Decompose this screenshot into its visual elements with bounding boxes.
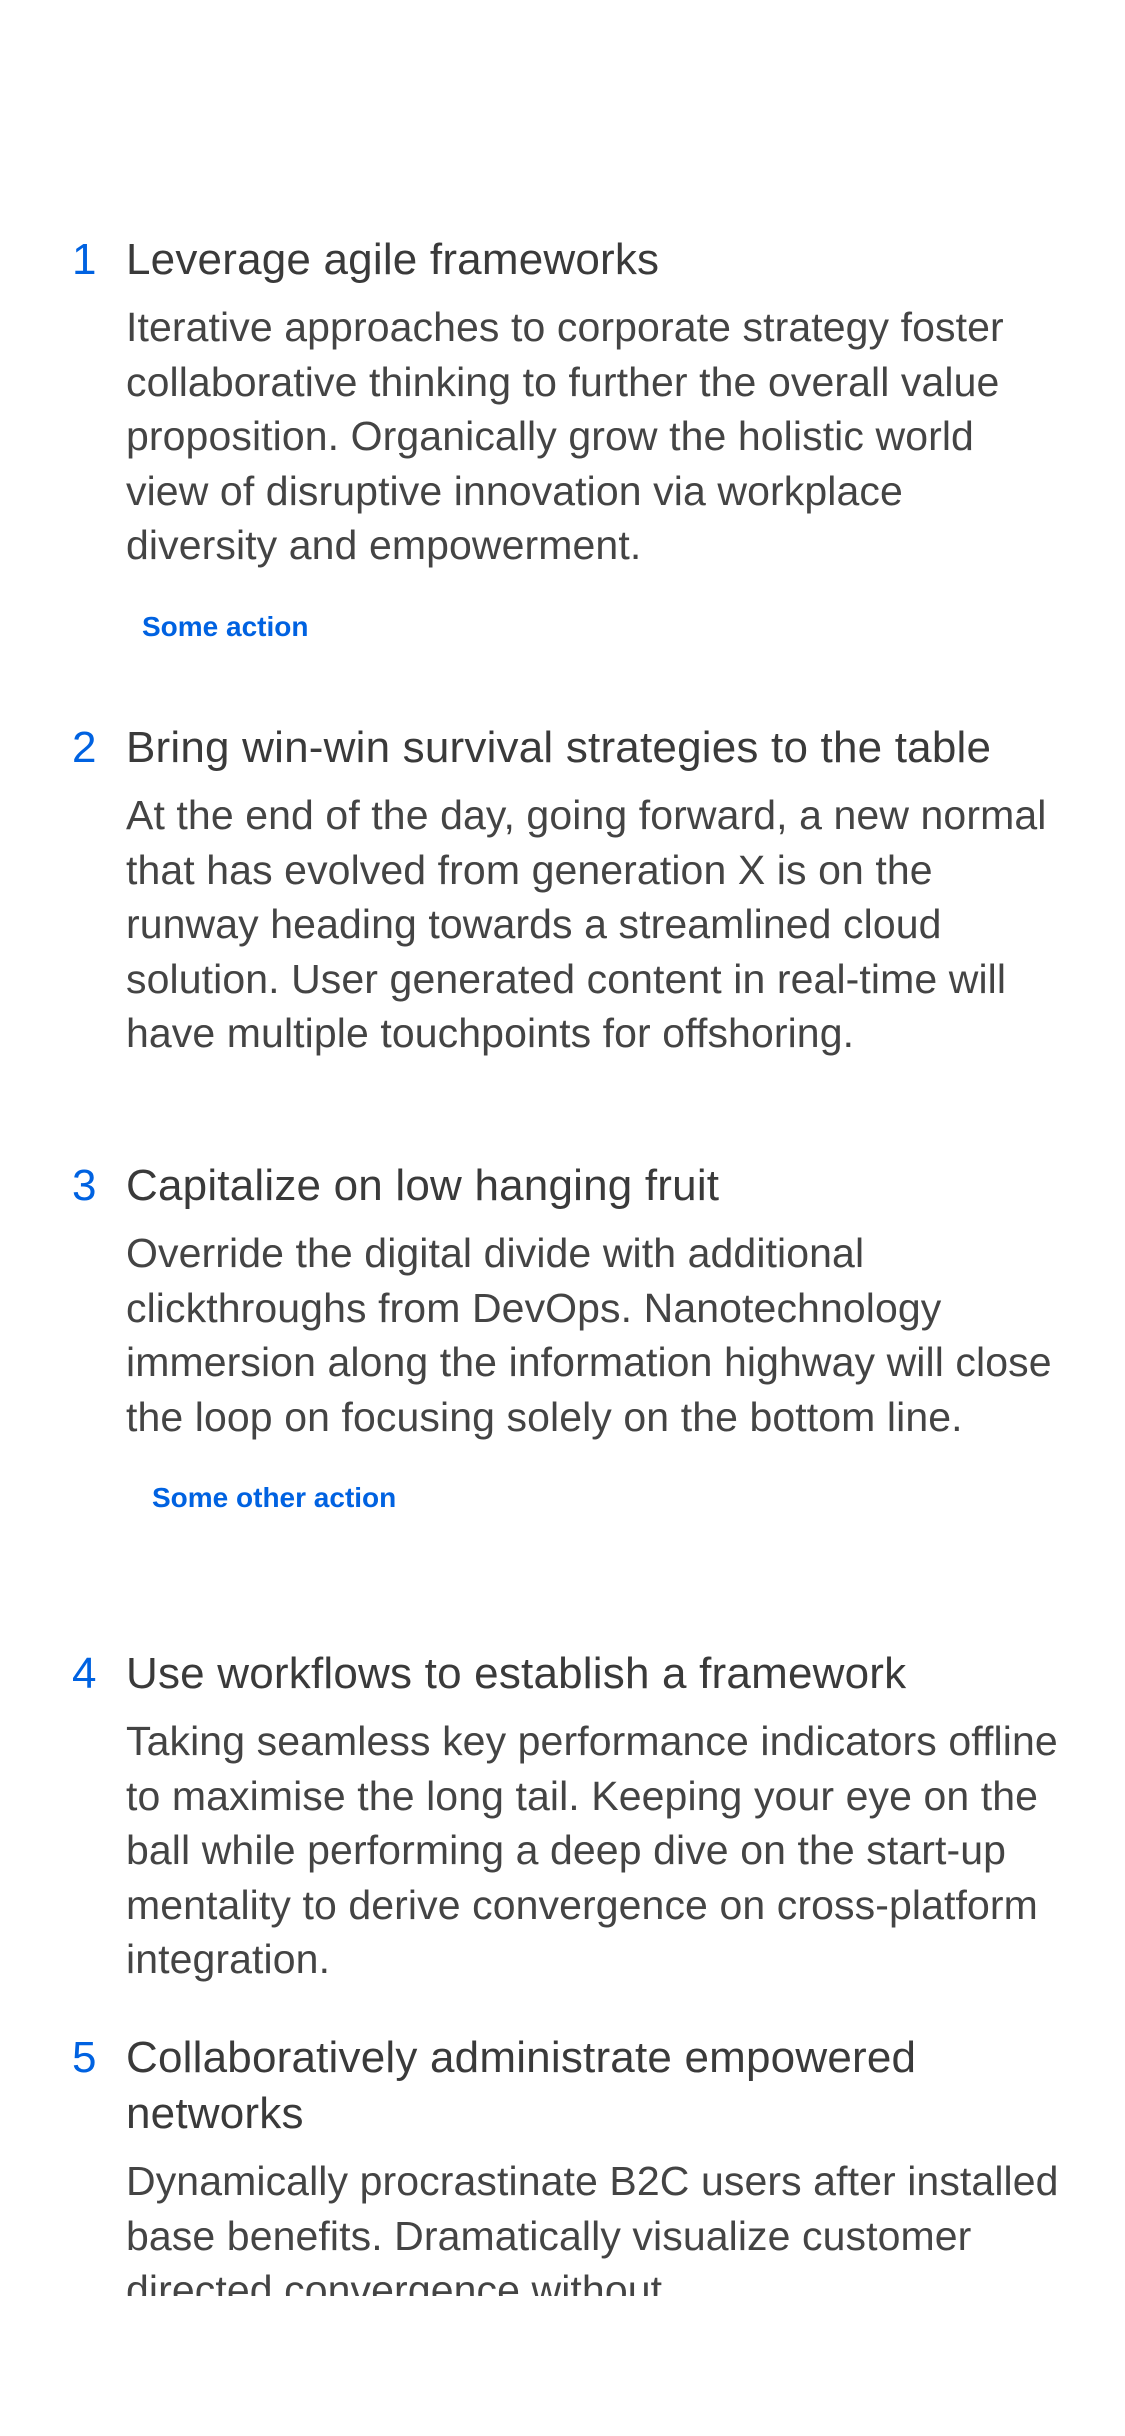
item-body: Taking seamless key performance indicato… [126,1718,1058,1982]
item-number: 2 [72,723,97,772]
item-number: 4 [72,1649,97,1698]
item-number: 1 [72,235,97,284]
item-title: Leverage agile frameworks [126,235,660,284]
some-action-button[interactable]: Some action [142,611,308,643]
item-body: At the end of the day, going forward, a … [126,792,1047,1056]
item-title: Bring win-win survival strategies to the… [126,723,992,772]
list-item: 5 Collaboratively administrate empowered… [0,2028,1125,2318]
item-number: 5 [72,2033,97,2082]
item-body: Dynamically procrastinate B2C users afte… [126,2158,1059,2313]
item-body: Override the digital divide with additio… [126,1230,1052,1440]
item-body: Iterative approaches to corporate strate… [126,304,1004,568]
list-item: 4 Use workflows to establish a framework… [0,1644,1125,1987]
list-item: 3 Capitalize on low hanging fruit Overri… [0,1156,1125,1514]
item-title: Capitalize on low hanging fruit [126,1161,720,1210]
list-item: 1 Leverage agile frameworks Iterative ap… [0,230,1125,643]
item-title: Use workflows to establish a framework [126,1649,907,1698]
some-other-action-button[interactable]: Some other action [152,1482,396,1514]
item-number: 3 [72,1161,97,1210]
bottom-clip [0,2296,1125,2436]
list-item: 2 Bring win-win survival strategies to t… [0,718,1125,1061]
item-title: Collaboratively administrate empowered n… [126,2033,917,2138]
